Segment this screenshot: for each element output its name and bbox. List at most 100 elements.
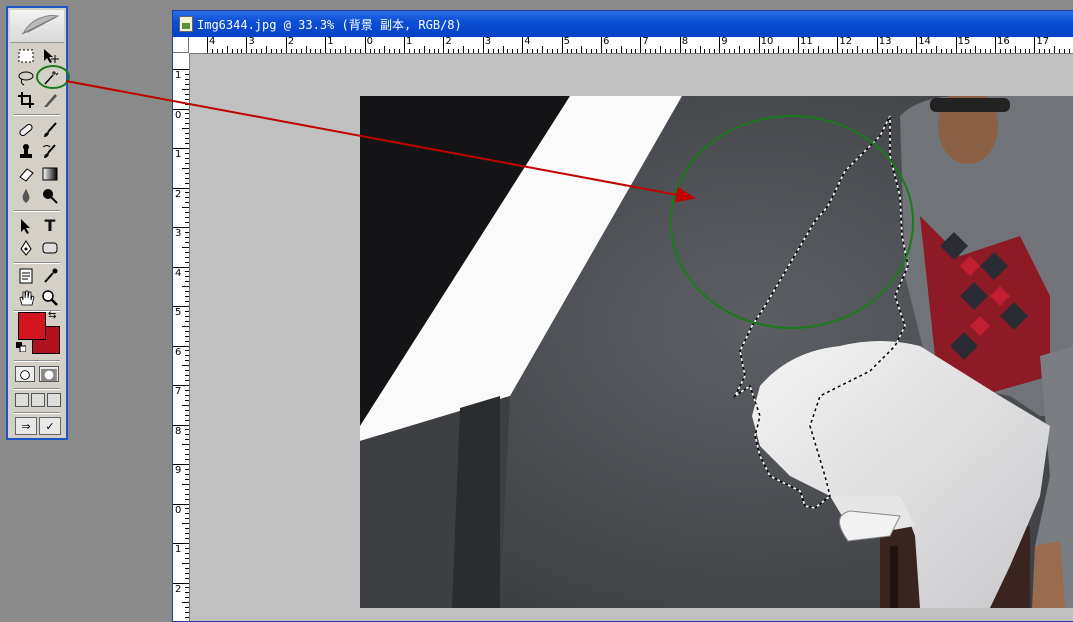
default-colors-icon[interactable] — [16, 342, 26, 352]
ruler-minor-tick — [185, 202, 189, 204]
standard-mode-button[interactable] — [15, 366, 35, 382]
ruler-minor-tick — [339, 49, 341, 53]
path-selection-icon[interactable] — [15, 216, 37, 236]
ruler-minor-tick — [185, 310, 189, 312]
ruler-minor-tick — [620, 46, 622, 53]
horizontal-ruler[interactable]: 4 3 2 1 0 1 2 3 4 5 6 7 8 9 10 11 12 13 14 15 16 17 — [189, 37, 1073, 54]
ruler-minor-tick — [591, 49, 593, 53]
type-icon[interactable]: T — [39, 216, 61, 236]
ruler-minor-tick — [185, 241, 189, 243]
ruler-minor-tick — [433, 49, 435, 53]
healing-brush-icon[interactable] — [15, 120, 37, 140]
ruler-minor-tick — [185, 162, 189, 164]
ruler-minor-tick — [182, 523, 189, 525]
foreground-color-swatch[interactable] — [18, 312, 46, 340]
edit-checkbox-icon[interactable]: ✓ — [39, 417, 61, 435]
ruler-minor-tick — [185, 143, 189, 145]
eyedropper-icon[interactable] — [39, 266, 61, 286]
hand-icon[interactable] — [15, 288, 37, 308]
ruler-label: 8 — [175, 425, 182, 437]
ruler-minor-tick — [748, 49, 750, 53]
ruler-minor-tick — [1068, 49, 1070, 53]
ruler-minor-tick — [527, 49, 529, 53]
ruler-minor-tick — [275, 49, 277, 53]
ruler-minor-tick — [185, 113, 189, 115]
ruler-minor-tick — [990, 49, 992, 53]
ruler-label: 12 — [839, 37, 853, 47]
ruler-minor-tick — [185, 271, 189, 273]
ruler-minor-tick — [507, 49, 509, 53]
ruler-minor-tick — [423, 46, 425, 53]
ruler-minor-tick — [185, 508, 189, 510]
jump-to-imageready-button[interactable]: ⇒ — [15, 417, 37, 435]
shape-icon[interactable] — [39, 238, 61, 258]
ruler-minor-tick — [185, 380, 189, 382]
ruler-minor-tick — [185, 528, 189, 530]
ruler-minor-tick — [185, 459, 189, 461]
ruler-minor-tick — [763, 49, 765, 53]
ruler-tick — [876, 37, 878, 53]
pen-icon[interactable] — [15, 238, 37, 258]
ruler-minor-tick — [581, 46, 583, 53]
ruler-minor-tick — [182, 325, 189, 327]
eraser-icon[interactable] — [15, 164, 37, 184]
quick-mask-mode-button[interactable] — [39, 366, 59, 382]
clone-stamp-icon[interactable] — [15, 142, 37, 162]
ruler-minor-tick — [999, 49, 1001, 53]
full-screen-mode-button[interactable] — [47, 393, 61, 407]
ruler-minor-tick — [788, 49, 790, 53]
ruler-tick — [285, 37, 287, 53]
blur-icon[interactable] — [15, 186, 37, 206]
ruler-minor-tick — [185, 409, 189, 411]
crop-icon[interactable] — [15, 90, 37, 110]
ruler-minor-tick — [185, 281, 189, 283]
ruler-minor-tick — [1024, 49, 1026, 53]
document-title-bar[interactable]: Img6344.jpg @ 33.3% (背景 副本, RGB/8) — [173, 11, 1073, 37]
ruler-label: 8 — [681, 37, 689, 47]
ruler-minor-tick — [1059, 49, 1061, 53]
slice-icon[interactable] — [39, 90, 61, 110]
photo-canvas[interactable] — [360, 96, 1073, 608]
notes-icon[interactable] — [15, 266, 37, 286]
ruler-minor-tick — [551, 49, 553, 53]
ruler-minor-tick — [807, 49, 809, 53]
ruler-minor-tick — [185, 597, 189, 599]
move-icon[interactable] — [39, 46, 61, 66]
ruler-minor-tick — [615, 49, 617, 53]
vertical-ruler[interactable]: 1 0 1 2 3 4 5 6 7 8 9 0 1 2 — [173, 53, 190, 621]
ruler-minor-tick — [185, 612, 189, 614]
ruler-label: 3 — [484, 37, 492, 47]
ruler-minor-tick — [729, 49, 731, 53]
ruler-label: 9 — [175, 465, 182, 476]
ruler-tick — [443, 37, 445, 53]
zoom-icon[interactable] — [39, 288, 61, 308]
ruler-minor-tick — [182, 365, 189, 367]
toolbox-header[interactable] — [10, 10, 64, 43]
ruler-origin-corner[interactable] — [173, 37, 189, 53]
ruler-minor-tick — [185, 157, 189, 159]
standard-screen-mode-button[interactable] — [15, 393, 29, 407]
ruler-label: 3 — [248, 37, 255, 47]
ruler-minor-tick — [185, 399, 189, 401]
gradient-icon[interactable] — [39, 164, 61, 184]
ruler-minor-tick — [862, 49, 864, 53]
ruler-tick — [995, 37, 996, 53]
ruler-minor-tick — [704, 49, 706, 53]
ruler-minor-tick — [921, 49, 923, 53]
rectangular-marquee-icon[interactable] — [15, 46, 37, 66]
lasso-icon[interactable] — [15, 68, 37, 88]
ruler-label: 13 — [878, 37, 892, 47]
full-screen-menu-mode-button[interactable] — [31, 393, 45, 407]
ruler-minor-tick — [645, 49, 647, 53]
magic-wand-icon[interactable] — [39, 68, 61, 88]
history-brush-icon[interactable] — [39, 142, 61, 162]
brush-icon[interactable] — [39, 120, 61, 140]
ruler-minor-tick — [950, 49, 952, 53]
ruler-minor-tick — [185, 414, 189, 416]
ruler-minor-tick — [532, 49, 534, 53]
dodge-icon[interactable] — [39, 186, 61, 206]
ruler-minor-tick — [822, 49, 824, 53]
ruler-minor-tick — [185, 291, 189, 293]
ruler-minor-tick — [185, 320, 189, 322]
swap-colors-icon[interactable]: ⇆ — [48, 310, 56, 321]
